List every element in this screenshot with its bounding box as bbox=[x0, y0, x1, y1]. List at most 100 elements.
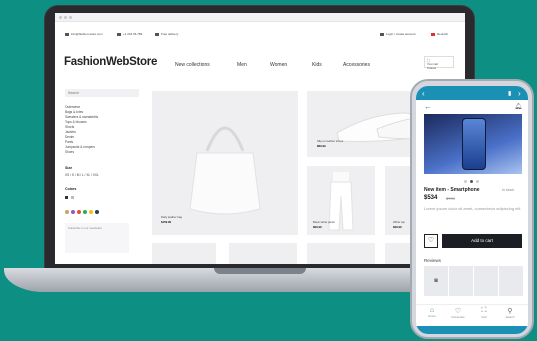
topbar-email[interactable]: info@fashion-store.com bbox=[71, 32, 103, 36]
category-item[interactable]: Denim bbox=[65, 135, 74, 139]
product-price: $39.99 bbox=[393, 225, 402, 229]
store-logo[interactable]: FashionWebStore bbox=[64, 56, 157, 68]
category-item[interactable]: Outerwear bbox=[65, 105, 80, 109]
review-photo[interactable] bbox=[474, 266, 498, 296]
chevron-left-icon[interactable]: ‹ bbox=[422, 89, 425, 98]
phone-product-price: $534 bbox=[424, 195, 438, 201]
tab-search[interactable]: ⚲ Search bbox=[500, 307, 520, 319]
nav-accessories[interactable]: Accessories bbox=[343, 62, 370, 68]
tab-label: Favourites bbox=[451, 315, 465, 319]
cart-icon: ⛶ bbox=[481, 307, 487, 314]
search-input[interactable]: Search bbox=[65, 89, 139, 97]
product-name[interactable]: Daily leather bag bbox=[161, 215, 182, 219]
filter-chip[interactable] bbox=[65, 196, 68, 199]
language-select[interactable]: Deutsch bbox=[437, 32, 448, 36]
review-photo[interactable]: ◙ bbox=[424, 266, 448, 296]
phone-tab-bar: ⌂ Home ♡ Favourites ⛶ Cart ⚲ Search bbox=[416, 304, 528, 326]
category-item[interactable]: Pants bbox=[65, 140, 73, 144]
cart-button[interactable]: ⛶ Your cart 0 items bbox=[424, 56, 454, 70]
product-name[interactable]: White top bbox=[393, 220, 405, 224]
truck-icon bbox=[155, 32, 159, 36]
color-swatch[interactable] bbox=[95, 210, 99, 214]
color-swatch[interactable] bbox=[89, 210, 93, 214]
product-name[interactable]: Basic white pants bbox=[313, 220, 335, 224]
pager-dot[interactable] bbox=[464, 180, 467, 183]
cart-count: 0 items bbox=[427, 65, 437, 70]
color-swatch[interactable] bbox=[65, 210, 69, 214]
product-name[interactable]: Slip-on leather shoes bbox=[317, 139, 343, 143]
category-item[interactable]: Jumpsuits & rompers bbox=[65, 145, 95, 149]
color-swatch[interactable] bbox=[71, 210, 75, 214]
tab-home[interactable]: ⌂ Home bbox=[422, 307, 442, 318]
battery-icon: ▮ bbox=[508, 91, 512, 97]
phone-header-bar: ‹ ▮ › bbox=[416, 86, 528, 100]
product-price: $89.99 bbox=[317, 144, 326, 148]
product-price: $69.99 bbox=[313, 225, 322, 229]
smartphone-image bbox=[462, 118, 486, 170]
category-item[interactable]: Bags & totes bbox=[65, 110, 83, 114]
category-item[interactable]: Shoes bbox=[65, 150, 74, 154]
phone-icon bbox=[117, 32, 121, 36]
product-price: $159.99 bbox=[161, 220, 172, 224]
bag-image bbox=[189, 126, 261, 215]
nav-women[interactable]: Women bbox=[270, 62, 287, 68]
favourite-button[interactable]: ♡ bbox=[424, 234, 438, 248]
phone-old-price: $799 bbox=[446, 196, 455, 201]
phone-screen: ‹ ▮ › ← 🔔︎ New item - Smartphone In stoc… bbox=[416, 86, 528, 334]
product-card[interactable] bbox=[229, 243, 297, 264]
window-dot[interactable] bbox=[59, 16, 62, 19]
flag-icon bbox=[431, 32, 435, 36]
login-link[interactable]: Login / create account bbox=[386, 32, 416, 36]
tab-favourites[interactable]: ♡ Favourites bbox=[448, 307, 468, 319]
nav-new-collections[interactable]: New collections bbox=[175, 62, 210, 68]
reviews-title: Reviews bbox=[424, 258, 442, 263]
review-photo[interactable] bbox=[449, 266, 473, 296]
topbar-phone[interactable]: +1 234 56 789 bbox=[123, 32, 142, 36]
home-icon: ⌂ bbox=[429, 307, 435, 314]
pager-dot-active[interactable] bbox=[470, 180, 473, 183]
product-hero-image bbox=[424, 114, 522, 174]
review-photo[interactable] bbox=[499, 266, 523, 296]
category-item[interactable]: Tops & blouses bbox=[65, 120, 87, 124]
store-topbar: info@fashion-store.com +1 234 56 789 Fre… bbox=[55, 28, 465, 40]
tab-cart[interactable]: ⛶ Cart bbox=[474, 307, 494, 319]
phone-bottom-bar bbox=[416, 326, 528, 334]
heart-icon: ♡ bbox=[427, 237, 435, 244]
chevron-right-icon[interactable]: › bbox=[518, 89, 521, 98]
color-swatch[interactable] bbox=[83, 210, 87, 214]
product-card-bag[interactable] bbox=[152, 91, 298, 235]
user-icon bbox=[380, 32, 384, 36]
category-item[interactable]: Sweaters & sweatshirts bbox=[65, 115, 98, 119]
pager-dot[interactable] bbox=[476, 180, 479, 183]
tab-label: Search bbox=[505, 315, 515, 319]
newsletter-card[interactable]: Subscribe to our newsletter bbox=[65, 223, 129, 253]
mail-icon bbox=[65, 32, 69, 36]
topbar-delivery: Free delivery bbox=[161, 32, 179, 36]
category-item[interactable]: Jackets bbox=[65, 130, 76, 134]
add-to-cart-button[interactable]: Add to cart bbox=[442, 234, 522, 248]
heart-icon: ♡ bbox=[454, 308, 462, 315]
nav-men[interactable]: Men bbox=[237, 62, 247, 68]
phone-product-description: Lorem ipsum dolor sit amet, consectetur … bbox=[424, 206, 522, 211]
size-filter-options[interactable]: XS / S / M / L / XL / XXL bbox=[65, 173, 99, 177]
window-dot[interactable] bbox=[69, 16, 72, 19]
laptop-notch bbox=[214, 268, 306, 274]
back-arrow-icon[interactable]: ← bbox=[424, 102, 432, 111]
color-swatch[interactable] bbox=[77, 210, 81, 214]
bell-icon[interactable]: 🔔︎ bbox=[514, 103, 522, 110]
size-filter-title: Size bbox=[65, 166, 73, 170]
phone-product-title: New item - Smartphone bbox=[424, 187, 480, 193]
laptop-screen: info@fashion-store.com +1 234 56 789 Fre… bbox=[55, 13, 465, 264]
nav-kids[interactable]: Kids bbox=[312, 62, 322, 68]
product-card[interactable] bbox=[307, 243, 375, 264]
filter-chip[interactable] bbox=[71, 196, 74, 199]
tab-label: Cart bbox=[481, 315, 487, 319]
product-card[interactable] bbox=[152, 243, 216, 264]
window-dot[interactable] bbox=[64, 16, 67, 19]
browser-bar bbox=[55, 13, 465, 22]
category-item[interactable]: Shorts bbox=[65, 125, 74, 129]
search-icon: ⚲ bbox=[507, 308, 513, 315]
tab-label: Home bbox=[428, 314, 436, 318]
color-filter-title: Colors bbox=[65, 187, 77, 191]
stock-status: In stock bbox=[502, 188, 515, 192]
